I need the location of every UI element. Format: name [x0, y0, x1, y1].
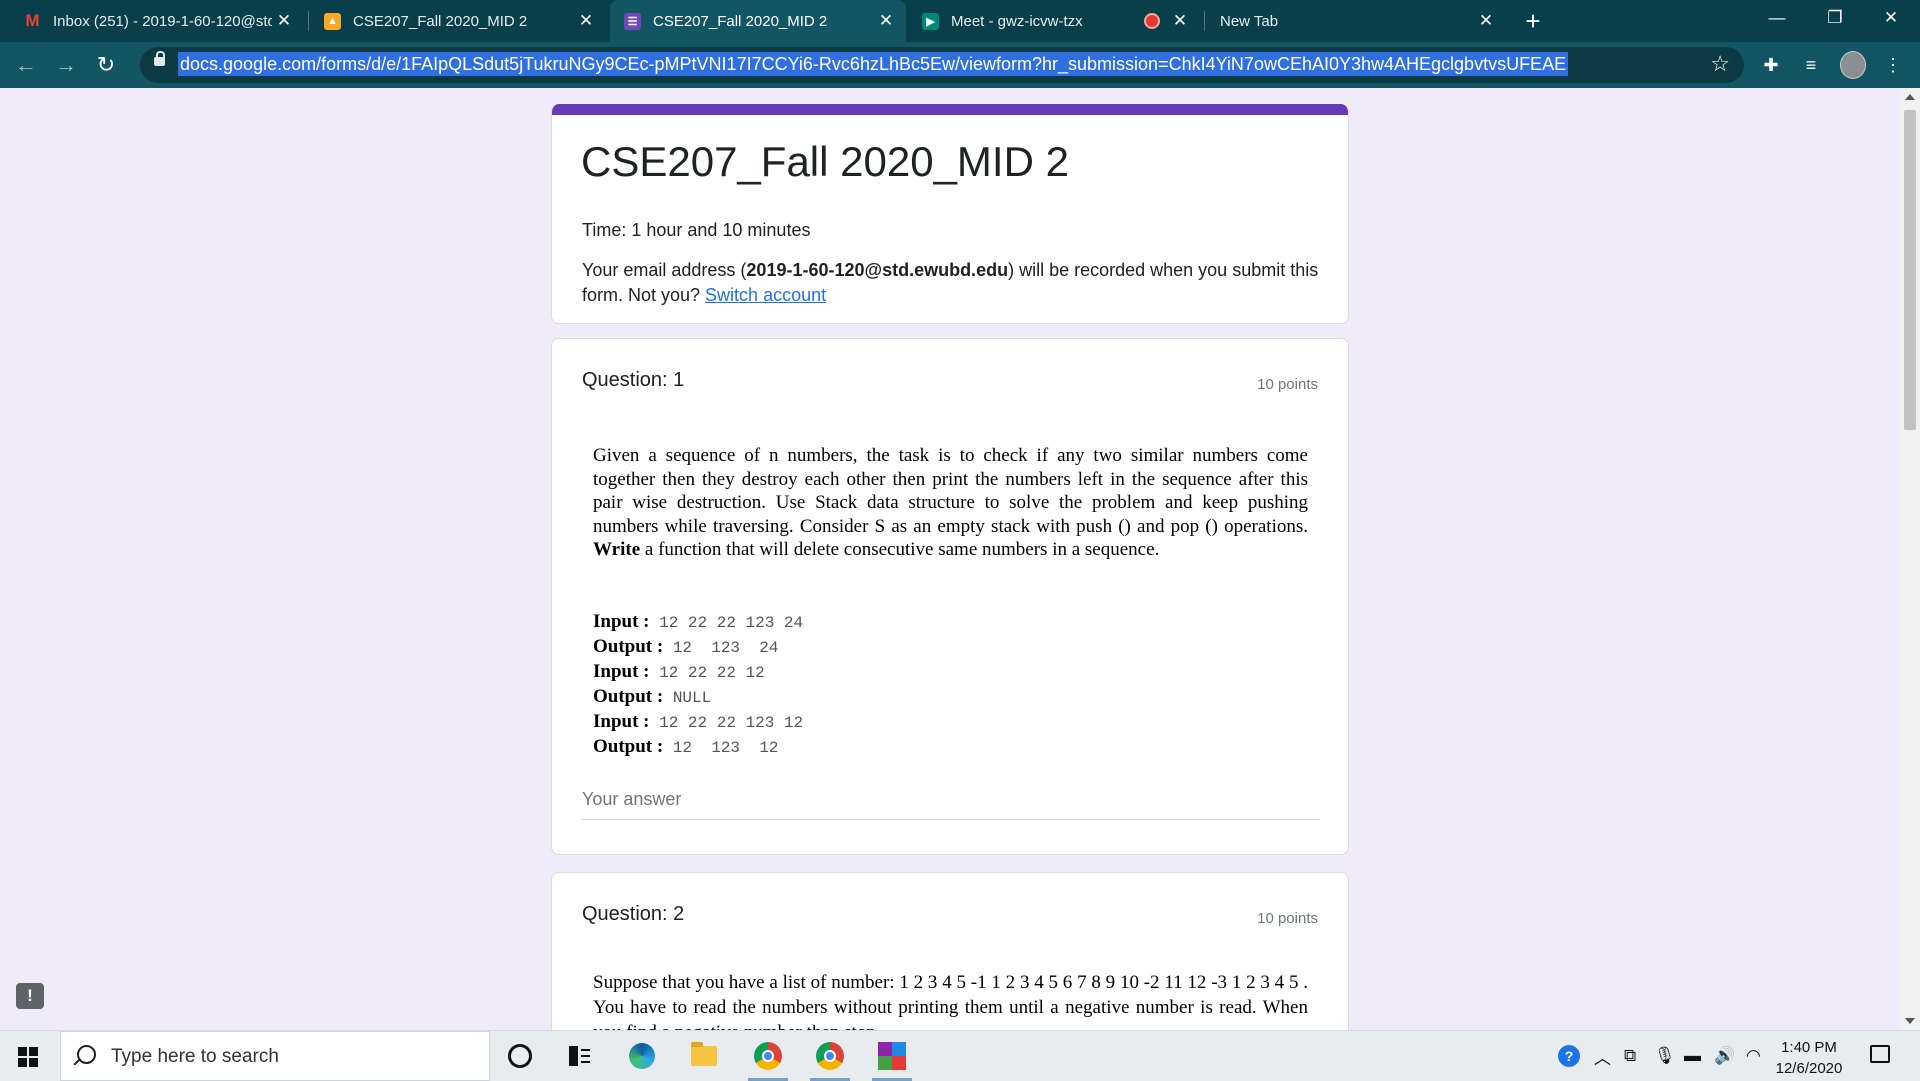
answer-input[interactable] [582, 789, 1320, 810]
form-page: CSE207_Fall 2020_MID 2 Time: 1 hour and … [0, 88, 1920, 1030]
io-line: Output : NULL [593, 686, 712, 707]
edge-icon[interactable] [622, 1039, 662, 1073]
back-button[interactable]: ← [12, 51, 40, 79]
io-line: Output : 12 123 12 [593, 736, 779, 757]
classroom-icon: ▲ [324, 12, 341, 30]
tab-title: Inbox (251) - 2019-1-60-120@std [53, 12, 272, 30]
close-window-button[interactable]: ✕ [1862, 0, 1920, 36]
bookmark-star-icon[interactable]: ☆ [1710, 51, 1730, 77]
forms-icon: ☰ [624, 12, 641, 30]
windows-taskbar: Type here to search ? ︿ ⧉ 🎙 ▬ 🔊 ◠ 1:40 P… [0, 1030, 1920, 1081]
scroll-thumb[interactable] [1904, 110, 1916, 430]
switch-account-link[interactable]: Switch account [705, 285, 826, 305]
wifi-icon[interactable]: ◠ [1746, 1045, 1761, 1067]
cortana-icon[interactable] [500, 1039, 540, 1073]
restore-button[interactable]: ❐ [1806, 0, 1864, 36]
close-tab-icon[interactable]: ✕ [1168, 11, 1192, 31]
lock-icon [154, 51, 165, 66]
example-io-list: Input : 12 22 22 123 24 Output : 12 123 … [593, 610, 803, 760]
question-text: Suppose that you have a list of number: … [593, 972, 1308, 1030]
forward-button[interactable]: → [52, 51, 80, 79]
question-text-part: a function that will delete consecutive … [640, 539, 1160, 560]
tab-title: CSE207_Fall 2020_MID 2 [653, 12, 828, 30]
volume-icon[interactable]: 🔊 [1714, 1045, 1735, 1067]
question-text-part: Given a sequence of n numbers, the task … [593, 445, 1308, 537]
chrome-profile-icon[interactable] [810, 1039, 850, 1081]
notifications-icon[interactable] [1870, 1045, 1890, 1063]
tab-forms-active[interactable]: ☰ CSE207_Fall 2020_MID 2 ✕ [610, 0, 906, 42]
io-line: Output : 12 123 24 [593, 636, 779, 657]
meet-tray-icon[interactable]: ⧉ [1624, 1045, 1636, 1067]
windows-start-icon[interactable] [18, 1047, 38, 1067]
email-notice: Your email address (2019-1-60-120@std.ew… [582, 258, 1322, 308]
reload-button[interactable]: ↻ [92, 51, 120, 79]
clock-time: 1:40 PM [1781, 1039, 1837, 1056]
close-tab-icon[interactable]: ✕ [874, 11, 898, 31]
microphone-icon[interactable]: 🎙 [1654, 1045, 1676, 1067]
io-line: Input : 12 22 22 12 [593, 661, 765, 682]
close-tab-icon[interactable]: ✕ [574, 11, 598, 31]
scroll-down-icon[interactable] [1905, 1018, 1915, 1024]
chrome-menu-icon[interactable]: ⋮ [1880, 52, 1906, 78]
tab-inbox[interactable]: M Inbox (251) - 2019-1-60-120@std ✕ [10, 0, 304, 42]
tab-meet[interactable]: ▶ Meet - gwz-icvw-tzx ✕ [908, 0, 1200, 42]
url-text[interactable]: docs.google.com/forms/d/e/1FAIpQLSdut5jT… [178, 52, 1569, 76]
question-card-1: Question: 1 10 points Given a sequence o… [551, 338, 1349, 855]
close-tab-icon[interactable]: ✕ [1474, 11, 1498, 31]
extensions-icon[interactable]: ✚ [1758, 52, 1784, 78]
address-bar[interactable]: docs.google.com/forms/d/e/1FAIpQLSdut5jT… [140, 47, 1744, 83]
question-text-bold: Write [593, 539, 641, 560]
question-card-2: Question: 2 10 points Suppose that you h… [551, 872, 1349, 1030]
question-text: Given a sequence of n numbers, the task … [593, 444, 1308, 562]
tab-title: New Tab [1220, 12, 1279, 30]
taskbar-clock[interactable]: 1:40 PM 12/6/2020 [1770, 1037, 1848, 1079]
meet-icon: ▶ [922, 12, 939, 30]
question-points: 10 points [1257, 910, 1318, 927]
file-explorer-icon[interactable] [684, 1039, 724, 1073]
question-points: 10 points [1257, 376, 1318, 393]
chrome-icon[interactable] [748, 1039, 788, 1081]
answer-field[interactable] [582, 789, 1320, 820]
minimize-button[interactable]: — [1748, 0, 1806, 36]
clock-date: 12/6/2020 [1775, 1060, 1843, 1077]
browser-toolbar: ← → ↻ docs.google.com/forms/d/e/1FAIpQLS… [0, 42, 1920, 89]
chevron-up-icon[interactable]: ︿ [1594, 1045, 1611, 1068]
profile-avatar[interactable] [1840, 51, 1866, 79]
gmail-icon: M [25, 11, 40, 30]
page-scrollbar[interactable] [1900, 88, 1920, 1030]
scroll-up-icon[interactable] [1905, 94, 1915, 100]
recording-icon [1146, 15, 1158, 27]
question-title: Question: 1 [582, 369, 685, 391]
help-icon[interactable]: ? [1558, 1045, 1580, 1067]
tab-new-tab[interactable]: New Tab ✕ [1206, 0, 1506, 42]
tab-separator [308, 11, 309, 31]
taskbar-search[interactable]: Type here to search [60, 1031, 490, 1081]
tab-title: Meet - gwz-icvw-tzx [951, 12, 1083, 30]
media-control-icon[interactable]: ≡ [1798, 52, 1824, 78]
email-prefix: Your email address ( [582, 260, 747, 280]
form-accent-bar [552, 104, 1348, 115]
winrar-icon[interactable] [872, 1039, 912, 1081]
io-line: Input : 12 22 22 123 24 [593, 611, 804, 632]
search-icon [77, 1045, 96, 1064]
form-title: CSE207_Fall 2020_MID 2 [581, 138, 1069, 185]
tab-strip: M Inbox (251) - 2019-1-60-120@std ✕ ▲ CS… [0, 0, 1920, 42]
tab-separator [1204, 11, 1205, 31]
tab-classroom[interactable]: ▲ CSE207_Fall 2020_MID 2 ✕ [310, 0, 606, 42]
email-address: 2019-1-60-120@std.ewubd.edu [746, 260, 1009, 280]
battery-icon[interactable]: ▬ [1684, 1045, 1701, 1067]
io-line: Input : 12 22 22 123 12 [593, 711, 804, 732]
tab-title: CSE207_Fall 2020_MID 2 [353, 12, 528, 30]
search-placeholder: Type here to search [111, 1046, 279, 1067]
form-description: Time: 1 hour and 10 minutes [582, 220, 811, 240]
form-header-card: CSE207_Fall 2020_MID 2 Time: 1 hour and … [551, 104, 1349, 324]
task-view-icon[interactable] [560, 1039, 600, 1073]
question-title: Question: 2 [582, 903, 685, 925]
new-tab-button[interactable]: + [1518, 6, 1548, 36]
feedback-icon[interactable]: ! [16, 983, 44, 1009]
close-tab-icon[interactable]: ✕ [272, 11, 296, 31]
